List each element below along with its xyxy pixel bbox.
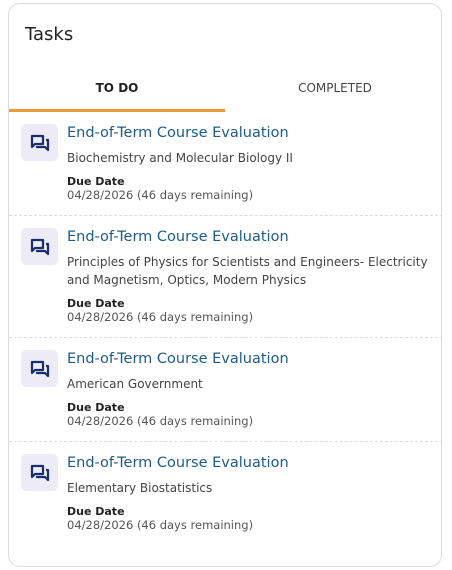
task-item[interactable]: End-of-Term Course Evaluation Principles… (9, 216, 441, 338)
chat-icon (21, 124, 58, 161)
tab-bar: TO DO COMPLETED (9, 72, 441, 112)
task-title-link[interactable]: End-of-Term Course Evaluation (67, 227, 433, 247)
due-date-label: Due Date (67, 175, 125, 188)
task-item[interactable]: End-of-Term Course Evaluation Biochemist… (9, 112, 441, 216)
due-date-value: 04/28/2026 (46 days remaining) (67, 414, 254, 428)
due-date-value: 04/28/2026 (46 days remaining) (67, 518, 254, 532)
tab-to-do[interactable]: TO DO (9, 72, 225, 112)
due-date-label: Due Date (67, 401, 125, 414)
task-item[interactable]: End-of-Term Course Evaluation American G… (9, 338, 441, 442)
tab-completed[interactable]: COMPLETED (227, 72, 441, 112)
course-name: Biochemistry and Molecular Biology II (67, 151, 293, 165)
course-name: Elementary Biostatistics (67, 481, 213, 495)
chat-icon (21, 454, 58, 491)
due-date-label: Due Date (67, 505, 125, 518)
course-name: American Government (67, 377, 203, 391)
due-date-value: 04/28/2026 (46 days remaining) (67, 188, 254, 202)
panel-title: Tasks (25, 24, 74, 45)
task-title-link[interactable]: End-of-Term Course Evaluation (67, 453, 433, 473)
task-title-link[interactable]: End-of-Term Course Evaluation (67, 349, 433, 369)
tasks-panel: Tasks TO DO COMPLETED End-of-Term Course… (8, 3, 442, 567)
due-date-label: Due Date (67, 297, 125, 310)
task-title-link[interactable]: End-of-Term Course Evaluation (67, 123, 433, 143)
course-name: Principles of Physics for Scientists and… (67, 255, 428, 287)
task-list: End-of-Term Course Evaluation Biochemist… (9, 112, 441, 545)
task-item[interactable]: End-of-Term Course Evaluation Elementary… (9, 442, 441, 545)
chat-icon (21, 228, 58, 265)
due-date-value: 04/28/2026 (46 days remaining) (67, 310, 254, 324)
chat-icon (21, 350, 58, 387)
